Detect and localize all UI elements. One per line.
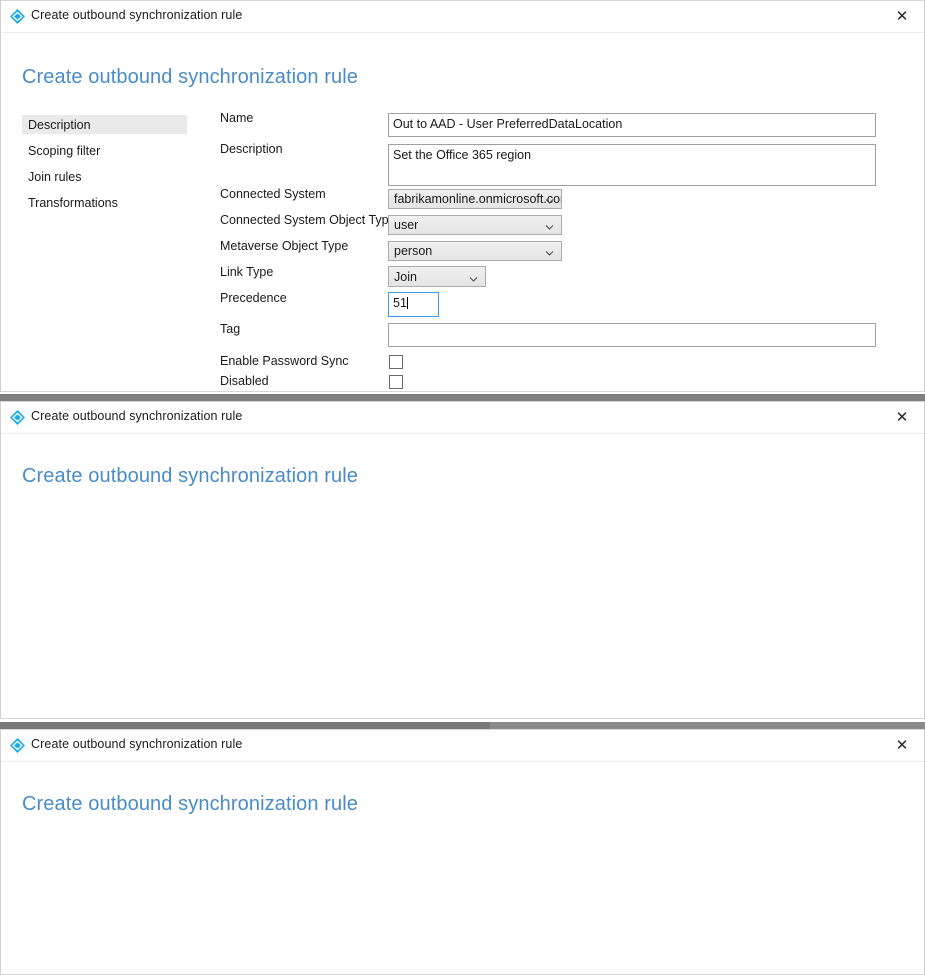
- chevron-down-icon: [545, 195, 554, 204]
- window-transformations-step: Create outbound synchronization rule ✕ C…: [0, 729, 925, 975]
- panel-divider-2-left: [0, 722, 490, 729]
- connected-system-value: fabrikamonline.onmicrosoft.com: [394, 192, 562, 206]
- text-caret: [407, 297, 408, 309]
- enable-password-sync-label: Enable Password Sync: [220, 354, 349, 368]
- sidebar-item-label: Scoping filter: [28, 144, 100, 158]
- disabled-checkbox[interactable]: [389, 375, 403, 389]
- page-title: Create outbound synchronization rule: [22, 66, 358, 89]
- page-title: Create outbound synchronization rule: [22, 465, 358, 488]
- name-label: Name: [220, 111, 253, 125]
- window-scoping-filter-step: Create outbound synchronization rule ✕ C…: [0, 401, 925, 719]
- tag-input[interactable]: [388, 323, 876, 347]
- precedence-label: Precedence: [220, 291, 287, 305]
- sidebar-item-label: Join rules: [28, 170, 82, 184]
- sidebar-item-join-rules[interactable]: Join rules: [22, 167, 187, 186]
- tag-label: Tag: [220, 322, 240, 336]
- metaverse-object-type-value: person: [394, 244, 432, 258]
- window-title: Create outbound synchronization rule: [31, 409, 242, 423]
- titlebar: Create outbound synchronization rule ✕: [1, 1, 924, 33]
- close-icon[interactable]: ✕: [880, 402, 924, 432]
- connected-system-object-type-select[interactable]: user: [388, 215, 562, 235]
- metaverse-object-type-select[interactable]: person: [388, 241, 562, 261]
- name-input[interactable]: Out to AAD - User PreferredDataLocation: [388, 113, 876, 137]
- sidebar-item-scoping-filter[interactable]: Scoping filter: [22, 141, 187, 160]
- titlebar: Create outbound synchronization rule ✕: [1, 730, 924, 762]
- link-type-label: Link Type: [220, 265, 273, 279]
- connected-system-select[interactable]: fabrikamonline.onmicrosoft.com: [388, 189, 562, 209]
- connected-system-object-type-value: user: [394, 218, 418, 232]
- window-description-step: Create outbound synchronization rule ✕ C…: [0, 0, 925, 392]
- sidebar-item-transformations[interactable]: Transformations: [22, 193, 187, 212]
- sidebar-item-label: Description: [28, 118, 91, 132]
- chevron-down-icon: [545, 247, 554, 256]
- description-textarea[interactable]: Set the Office 365 region: [388, 144, 876, 186]
- precedence-input[interactable]: 51: [388, 292, 439, 317]
- connected-system-label: Connected System: [220, 187, 326, 201]
- link-type-select[interactable]: Join: [388, 266, 486, 287]
- close-icon[interactable]: ✕: [880, 1, 924, 31]
- chevron-down-icon: [469, 272, 478, 281]
- titlebar: Create outbound synchronization rule ✕: [1, 402, 924, 434]
- sidebar-item-description[interactable]: Description: [22, 115, 187, 134]
- close-icon[interactable]: ✕: [880, 730, 924, 760]
- window-title: Create outbound synchronization rule: [31, 8, 242, 22]
- page-title: Create outbound synchronization rule: [22, 793, 358, 816]
- app-diamond-icon: [9, 8, 26, 25]
- panel-divider-2-right: [490, 722, 925, 729]
- disabled-label: Disabled: [220, 374, 269, 388]
- link-type-value: Join: [394, 270, 417, 284]
- chevron-down-icon: [545, 221, 554, 230]
- sidebar-item-label: Transformations: [28, 196, 118, 210]
- precedence-value: 51: [393, 296, 407, 310]
- window-title: Create outbound synchronization rule: [31, 737, 242, 751]
- panel-divider-1: [0, 394, 925, 401]
- description-label: Description: [220, 142, 283, 156]
- app-diamond-icon: [9, 737, 26, 754]
- metaverse-object-type-label: Metaverse Object Type: [220, 239, 348, 253]
- connected-system-object-type-label: Connected System Object Type: [220, 213, 396, 227]
- app-diamond-icon: [9, 409, 26, 426]
- enable-password-sync-checkbox[interactable]: [389, 355, 403, 369]
